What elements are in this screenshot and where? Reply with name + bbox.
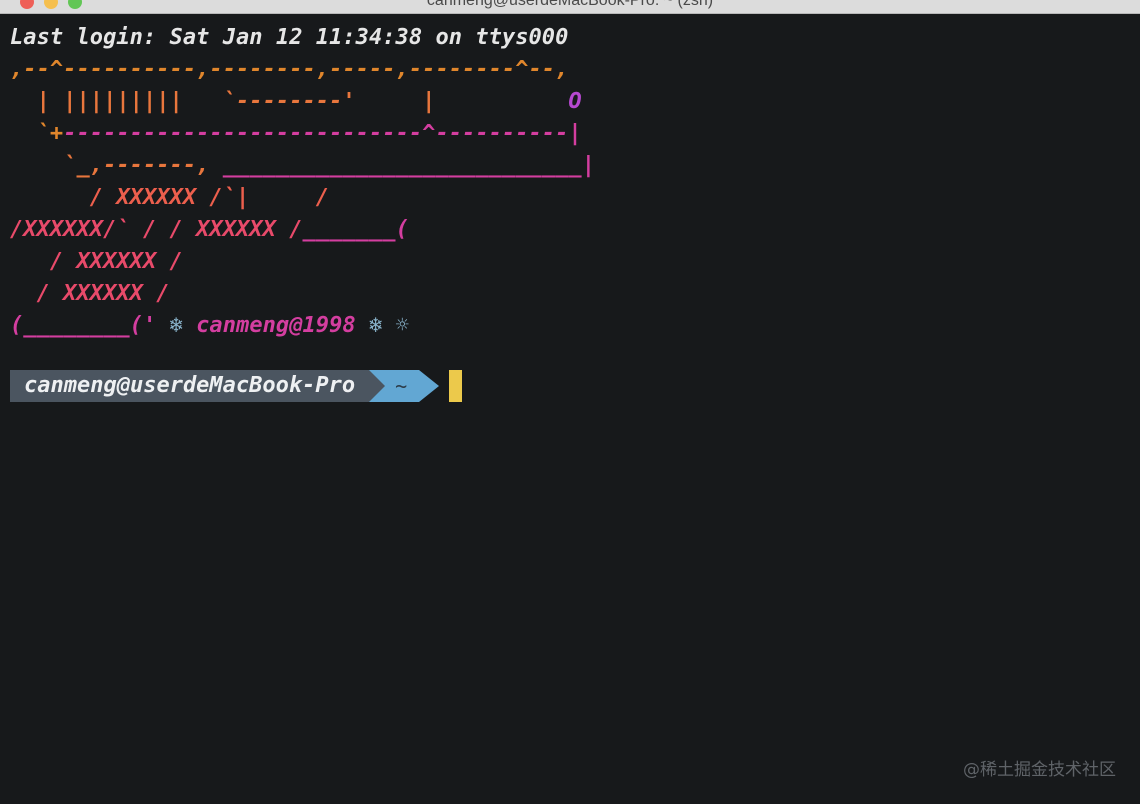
ascii-art-segment: ---------------------------^----------| (63, 121, 582, 146)
ascii-art-line: / XXXXXX / (10, 246, 1140, 278)
ascii-art-segment: /XXXXXX/` / / XXXXXX / (10, 217, 303, 242)
terminal-output: Last login: Sat Jan 12 11:34:38 on ttys0… (10, 22, 1140, 342)
ascii-art-segment: _______( (302, 217, 409, 242)
ascii-art-line: `+---------------------------^----------… (10, 118, 1140, 150)
watermark: @稀土掘金技术社区 (963, 760, 1116, 780)
ascii-art-segment: ' (142, 313, 170, 338)
ascii-art-line: / XXXXXX /`| / (10, 182, 1140, 214)
prompt-user-host: canmeng@userdeMacBook-Pro (10, 370, 370, 402)
snowflake-icon: ❄ (169, 313, 197, 338)
ascii-art-segment: | ||||||||| `--------' | (10, 89, 436, 114)
ascii-art-line: `_,-------, ___________________________| (10, 150, 1140, 182)
ascii-art-line: /XXXXXX/` / / XXXXXX /_______( (10, 214, 1140, 246)
ascii-art-segment: ,--^----------,--------,-----,--------^-… (10, 57, 569, 82)
ascii-art-line: | ||||||||| `--------' | O (10, 86, 1140, 118)
text-cursor[interactable] (449, 370, 463, 402)
window-titlebar: canmeng@userdeMacBook-Pro: ~ (zsh) (0, 0, 1140, 14)
ascii-art-line: / XXXXXX / (10, 278, 1140, 310)
ascii-art-segment: O (435, 89, 582, 114)
ascii-art-line: (________(' ❄ canmeng@1998 ❄ ☼ (10, 310, 1140, 342)
prompt-directory: ~ (369, 370, 420, 402)
shell-prompt[interactable]: canmeng@userdeMacBook-Pro ~ (10, 370, 463, 402)
window-title: canmeng@userdeMacBook-Pro: ~ (zsh) (426, 0, 714, 9)
ascii-art-segment: ___________________________| (222, 153, 595, 178)
last-login-line: Last login: Sat Jan 12 11:34:38 on ttys0… (10, 25, 569, 50)
ascii-art-segment: (________( (10, 313, 143, 338)
ascii-art-segment: / XXXXXX /`| / (10, 185, 330, 210)
ascii-art-segment: / XXXXXX / (10, 281, 170, 306)
ascii-art-segment: `_,-------, (10, 153, 223, 178)
prompt-arrow-icon (419, 370, 440, 402)
ascii-art-line: ,--^----------,--------,-----,--------^-… (10, 54, 1140, 86)
ascii-art-segment: `+ (10, 121, 64, 146)
ascii-art-segment: canmeng@1998 (196, 313, 369, 338)
snowflake-icon: ❄ ☼ (368, 313, 409, 338)
ascii-art-segment: / XXXXXX / (10, 249, 183, 274)
ascii-art-banner: ,--^----------,--------,-----,--------^-… (10, 54, 1140, 342)
